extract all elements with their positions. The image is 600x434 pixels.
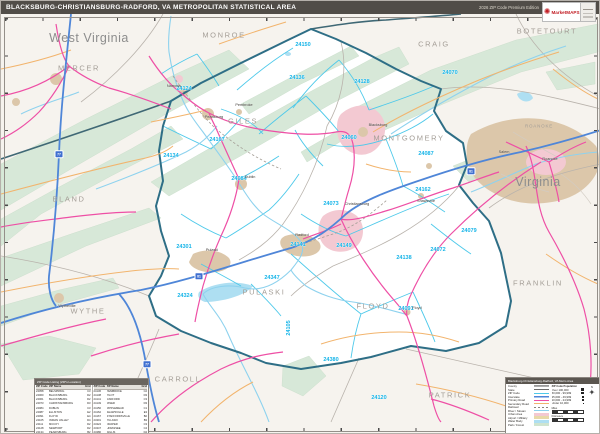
- legend-item: Park / Forest: [508, 423, 549, 427]
- brand-logo: ✺ MarketMAPS: [542, 2, 596, 20]
- population-class-label: Under 10,000: [552, 401, 583, 405]
- col-header-name: ZIP Name: [107, 385, 141, 389]
- col-header-name: ZIP Name: [49, 385, 84, 389]
- brand-logo-main: ✺ MarketMAPS: [542, 2, 581, 22]
- map-page: BLACKSBURG-CHRISTIANSBURG-RADFORD, VA ME…: [0, 0, 600, 434]
- urban-core-tan: [358, 127, 368, 137]
- col-header-zip: ZIP Code: [94, 385, 107, 389]
- zip-table-left-column: ZIP Code ZIP Name Grid 24058 BELSPRING C…: [35, 385, 92, 434]
- col-header-zip: ZIP Code: [36, 385, 49, 389]
- legend-population-block: ZIP Code Population Over 100,000 50,000 …: [552, 385, 584, 427]
- edition-label: 2026 ZIP Code Premium Edition: [479, 5, 539, 10]
- map-pin-icon: ✺: [544, 8, 551, 16]
- zip-table-right-column: ZIP Code ZIP Name Grid 24136 PEMBROKE C2: [92, 385, 149, 434]
- grid-ticks-left: [5, 18, 8, 431]
- col-header-grid: Grid: [84, 385, 91, 389]
- legend-body: County State ZIP Code: [506, 384, 599, 428]
- zip-code-table: ZIP Code Listing (ZIP's Location) ZIP Co…: [34, 378, 149, 434]
- map-legend: Blacksburg-Christiansburg-Radford, VA Me…: [505, 377, 600, 434]
- zip-table-right-rows: 24136 PEMBROKE C2 24138 PILOT D3: [94, 390, 148, 434]
- legend-item-label: Park / Forest: [508, 423, 534, 427]
- legend-symbol-list: County State ZIP Code: [508, 385, 549, 427]
- page-title: BLACKSBURG-CHRISTIANSBURG-RADFORD, VA ME…: [6, 4, 296, 11]
- map-frame: West Virginia Virginia MERCER MONROE CRA…: [1, 14, 600, 434]
- population-class-symbol: [583, 403, 584, 404]
- scalebar-miles-block: Miles: [552, 407, 584, 414]
- grid-ticks-right: [594, 18, 597, 431]
- scalebar-km-block: Kilometers: [552, 415, 584, 422]
- scalebar-miles: [552, 410, 584, 414]
- brand-logo-fineprint: [581, 2, 596, 22]
- compass-rose: N ✦: [587, 385, 597, 427]
- zip-table-columns: ZIP Code ZIP Name Grid 24058 BELSPRING C…: [35, 385, 148, 434]
- zip-table-left-rows: 24058 BELSPRING C3 24060 BLACKSBURG D2: [36, 390, 91, 434]
- population-classes: Over 100,000 50,000 - 99,999 25,000 - 49…: [552, 388, 584, 405]
- population-class-row: Under 10,000: [552, 402, 584, 405]
- map-canvas: [1, 14, 600, 434]
- header-bar: BLACKSBURG-CHRISTIANSBURG-RADFORD, VA ME…: [1, 1, 600, 14]
- compass-star-icon: ✦: [588, 389, 595, 397]
- grid-ticks-top: [5, 18, 597, 21]
- legend-item-sample: [534, 423, 549, 426]
- brand-name: MarketMAPS: [551, 10, 579, 15]
- col-header-grid: Grid: [140, 385, 147, 389]
- scalebar-km: [552, 418, 584, 422]
